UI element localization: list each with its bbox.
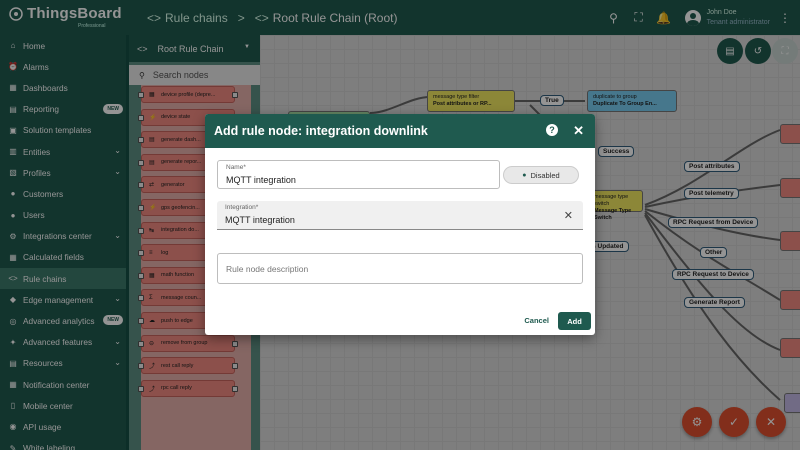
name-label: Name* [226,164,246,171]
integration-select[interactable]: Integration* MQTT integration ✕ [217,201,583,230]
integration-label: Integration* [225,204,259,211]
name-value: MQTT integration [226,175,296,185]
integration-value: MQTT integration [225,215,295,225]
add-button[interactable]: Add [558,312,591,330]
bug-icon: ● [522,171,527,179]
debug-mode-toggle[interactable]: ● Disabled [503,166,579,184]
help-icon[interactable]: ? [546,124,558,136]
close-icon[interactable]: ✕ [573,123,584,139]
toggle-label: Disabled [530,170,560,180]
description-placeholder: Rule node description [226,264,309,274]
cancel-button[interactable]: Cancel [524,316,549,325]
name-field[interactable]: Name* MQTT integration [217,160,500,189]
add-rule-node-dialog: Add rule node: integration downlink ? ✕ … [205,114,595,335]
description-field[interactable]: Rule node description [217,253,583,284]
dialog-title: Add rule node: integration downlink [214,124,428,138]
dialog-header: Add rule node: integration downlink ? ✕ [205,114,595,148]
clear-icon[interactable]: ✕ [564,209,573,222]
